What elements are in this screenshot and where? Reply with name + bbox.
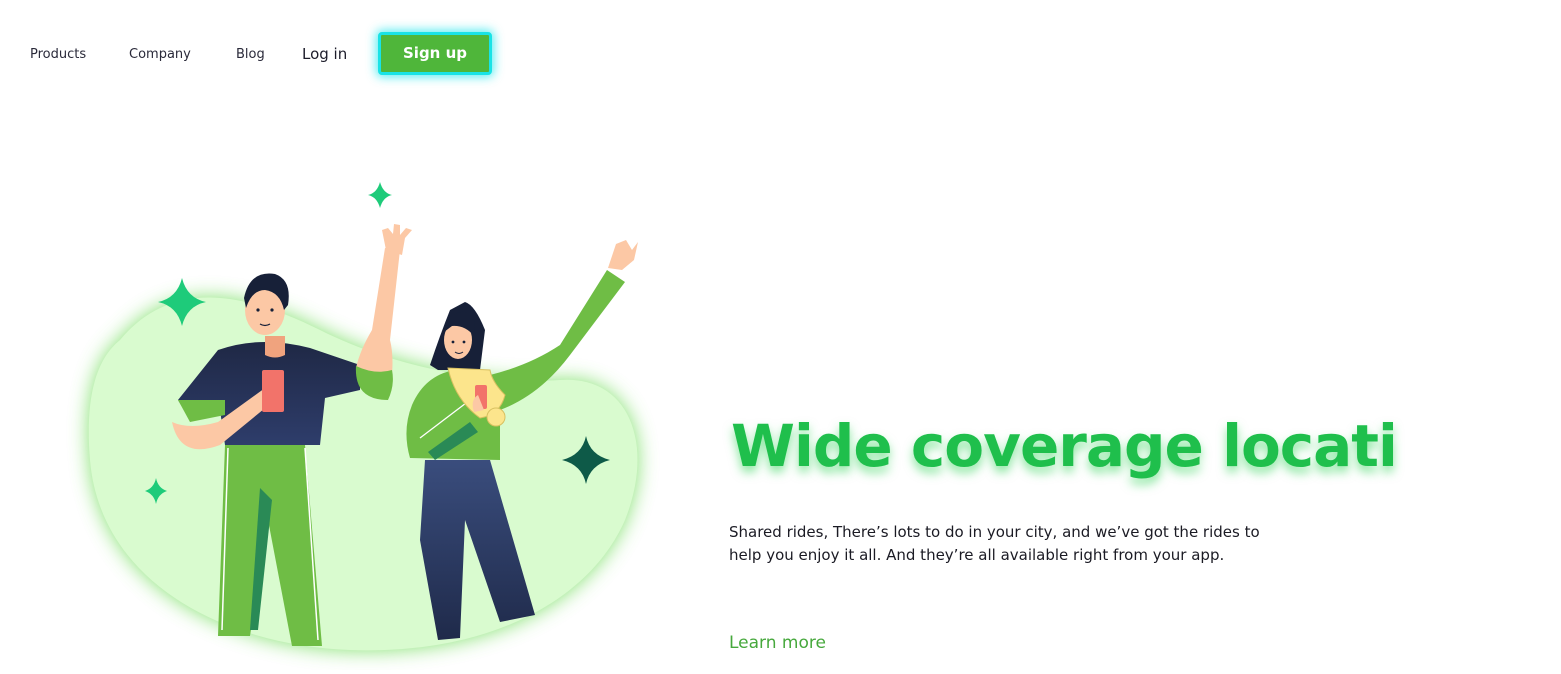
signup-button[interactable]: Sign up — [378, 32, 492, 75]
two-people-waving-illustration — [88, 182, 638, 651]
learn-more-link[interactable]: Learn more — [729, 633, 826, 653]
hero-headline: Wide coverage locati — [731, 412, 1398, 480]
nav-link-products[interactable]: Products — [30, 47, 86, 62]
sparkle-icon — [368, 182, 392, 208]
nav-link-company[interactable]: Company — [129, 47, 191, 62]
login-link[interactable]: Log in — [302, 45, 347, 63]
hero-illustration — [60, 160, 680, 670]
hero-description: Shared rides, There’s lots to do in your… — [729, 523, 1260, 564]
top-navigation: Products Company Blog Log in Sign up — [0, 0, 1561, 110]
nav-link-blog[interactable]: Blog — [236, 47, 265, 62]
